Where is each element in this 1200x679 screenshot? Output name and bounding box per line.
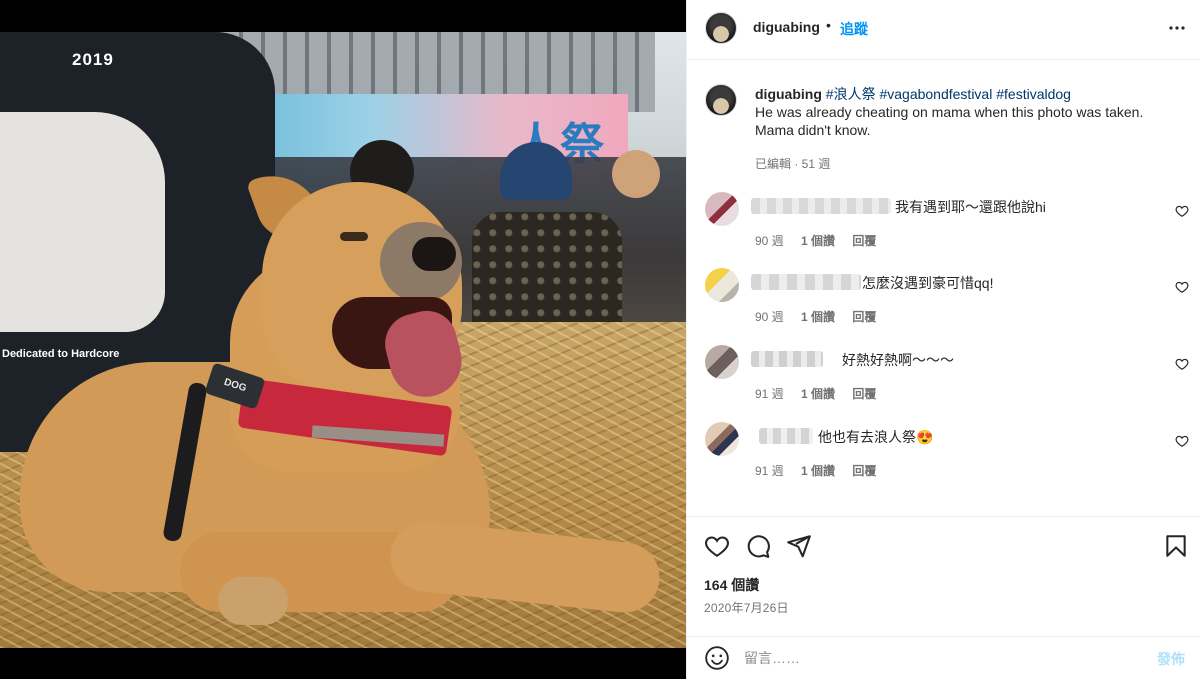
crowd-person [612, 150, 660, 198]
comment-composer: 發佈 [687, 636, 1200, 679]
blurred-username[interactable] [751, 198, 891, 214]
comment-item: 他也有去浪人祭😍 91 週 1 個讚 回覆 [687, 422, 1200, 492]
username-link[interactable]: diguabing [753, 19, 820, 35]
comment-likes-link[interactable]: 1 個讚 [801, 234, 835, 248]
comment-text: 他也有去浪人祭😍 [818, 429, 934, 445]
hashtag-link[interactable]: #festivaldog [996, 86, 1071, 102]
dog-eye [340, 232, 368, 241]
reply-button[interactable]: 回覆 [852, 387, 876, 401]
comment-bubble-icon[interactable] [745, 533, 771, 559]
comment-likes-link[interactable]: 1 個讚 [801, 387, 835, 401]
separator-dot: • [826, 17, 831, 33]
shirt-artwork [0, 112, 165, 332]
blurred-username[interactable] [759, 428, 813, 444]
comment-text: 好熱好熱啊～～～ [842, 352, 954, 368]
comment-input[interactable] [744, 645, 1144, 671]
comment-age: 90 週 [755, 234, 784, 248]
comment-likes-link[interactable]: 1 個讚 [801, 310, 835, 324]
save-bookmark-icon[interactable] [1163, 533, 1189, 559]
commenter-avatar[interactable] [705, 268, 739, 302]
post-media[interactable]: 人祭 2019 Dedicated to Hardcore DOG [0, 0, 686, 679]
caption-line: Mama didn't know. [755, 122, 871, 138]
post-comment-button[interactable]: 發佈 [1157, 649, 1185, 669]
caption-username[interactable]: diguabing [755, 86, 822, 102]
reply-button[interactable]: 回覆 [852, 234, 876, 248]
comment-meta: 90 週 1 個讚 回覆 [755, 308, 890, 325]
comment-like-heart-icon[interactable] [1175, 357, 1189, 371]
reply-button[interactable]: 回覆 [852, 464, 876, 478]
hashtag-link[interactable]: #浪人祭 [826, 86, 876, 102]
post-actions: 164 個讚 2020年7月26日 [687, 516, 1200, 636]
blurred-username[interactable] [751, 274, 861, 290]
comment-age: 90 週 [755, 310, 784, 324]
post-header: diguabing • 追蹤 [687, 0, 1200, 60]
likes-count[interactable]: 164 個讚 [704, 575, 759, 595]
comment-age: 91 週 [755, 387, 784, 401]
comment-likes-link[interactable]: 1 個讚 [801, 464, 835, 478]
share-paper-plane-icon[interactable] [786, 533, 812, 559]
commenter-avatar[interactable] [705, 422, 739, 456]
caption-meta: 已編輯 · 51 週 [755, 157, 831, 171]
post-side-panel: diguabing • 追蹤 diguabing #浪人祭 #vagabondf… [686, 0, 1200, 679]
blurred-username[interactable] [751, 351, 823, 367]
caption-avatar[interactable] [705, 84, 737, 116]
comment-like-heart-icon[interactable] [1175, 434, 1189, 448]
comment-meta: 91 週 1 個讚 回覆 [755, 462, 890, 479]
shirt-year: 2019 [72, 50, 114, 69]
caption-line: He was already cheating on mama when thi… [755, 104, 1144, 120]
commenter-avatar[interactable] [705, 345, 739, 379]
follow-button[interactable]: 追蹤 [840, 19, 868, 39]
commenter-avatar[interactable] [705, 192, 739, 226]
post-date: 2020年7月26日 [704, 601, 789, 615]
dog-nose [412, 237, 456, 271]
emoji-icon[interactable] [704, 645, 730, 671]
shirt-text: Dedicated to Hardcore [2, 348, 120, 360]
reply-button[interactable]: 回覆 [852, 310, 876, 324]
comment-item: 好熱好熱啊～～～ 91 週 1 個讚 回覆 [687, 345, 1200, 415]
comment-like-heart-icon[interactable] [1175, 204, 1189, 218]
more-options-icon[interactable] [1165, 16, 1189, 40]
instagram-post-view: 人祭 2019 Dedicated to Hardcore DOG diguab… [0, 0, 1200, 679]
comment-text: 怎麼沒遇到豪可惜qq! [862, 275, 994, 291]
comment-item: 我有遇到耶～還跟他說hi 90 週 1 個讚 回覆 [687, 192, 1200, 262]
comment-age: 91 週 [755, 464, 784, 478]
comment-item: 怎麼沒遇到豪可惜qq! 90 週 1 個讚 回覆 [687, 268, 1200, 338]
post-photo: 人祭 2019 Dedicated to Hardcore DOG [0, 32, 686, 648]
like-heart-icon[interactable] [704, 533, 730, 559]
comment-text: 我有遇到耶～還跟他說hi [895, 199, 1046, 215]
comment-meta: 90 週 1 個讚 回覆 [755, 232, 890, 249]
avatar[interactable] [705, 12, 737, 44]
dog-paw [218, 577, 288, 625]
post-caption: diguabing #浪人祭 #vagabondfestival #festiv… [755, 85, 1175, 139]
comment-meta: 91 週 1 個讚 回覆 [755, 385, 890, 402]
comment-like-heart-icon[interactable] [1175, 280, 1189, 294]
hashtag-link[interactable]: #vagabondfestival [879, 86, 992, 102]
